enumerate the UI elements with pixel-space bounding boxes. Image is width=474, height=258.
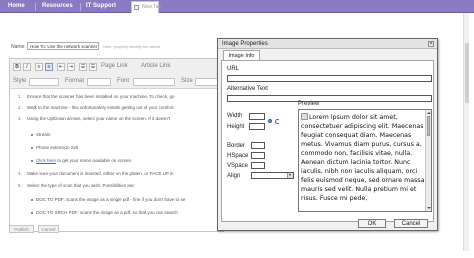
bullet xyxy=(31,160,33,162)
url-label: URL xyxy=(227,66,240,72)
dialog-title[interactable]: Image Properties xyxy=(218,39,437,49)
lock-icon[interactable] xyxy=(268,119,272,123)
bold-button[interactable]: B xyxy=(13,63,21,71)
step-text: Select the type of scan that you wish. P… xyxy=(27,183,136,188)
close-icon[interactable]: ✕ xyxy=(428,41,434,47)
name-label: Name: xyxy=(11,44,26,50)
preview-scrollbar[interactable] xyxy=(425,110,431,211)
align-center-icon[interactable]: ☰ xyxy=(89,63,97,71)
url-input[interactable] xyxy=(227,75,432,82)
click-here-line: Click here to get your name available on… xyxy=(36,158,132,163)
hspace-label: HSpace xyxy=(227,153,249,159)
bullet-text: Phone extension 225 xyxy=(36,145,79,150)
bullet xyxy=(31,199,33,201)
step-text: Using the Up/Down arrows, select your na… xyxy=(27,116,170,121)
style-label: Style xyxy=(13,78,27,84)
click-here-link[interactable]: Click here xyxy=(36,158,56,163)
indent-icon[interactable]: ⇥ xyxy=(67,63,75,71)
step-number: 4. xyxy=(18,171,22,176)
preview-content: Lorem ipsum dolor sit amet, consectetuer… xyxy=(301,113,425,203)
italic-button[interactable]: I xyxy=(23,63,31,71)
dialog-cancel-button[interactable]: Cancel xyxy=(394,219,428,228)
article-link-button[interactable]: Article Link xyxy=(141,63,170,69)
step-text: Make sure your document is inserted, eit… xyxy=(27,171,174,176)
rich-text-editor: B I ≡ ≡ ⇤ ⇥ ☰ ☰ Page Link Article Link S… xyxy=(9,58,224,232)
hspace-input[interactable] xyxy=(251,152,265,159)
outdent-icon[interactable]: ⇤ xyxy=(57,63,65,71)
image-properties-dialog: Image Properties ✕ Image Info URL Altern… xyxy=(217,38,438,231)
new-tab-icon xyxy=(134,5,139,10)
bullet xyxy=(31,212,33,214)
name-input[interactable]: How To: Use the network scanner xyxy=(27,42,99,50)
align-label: Align xyxy=(227,173,241,179)
width-input[interactable] xyxy=(249,113,265,120)
editor-body[interactable]: 1. Ensure that the scanner has been inst… xyxy=(13,91,220,231)
format-label: Format xyxy=(65,78,85,84)
font-select[interactable] xyxy=(133,78,175,86)
nav-resources[interactable]: Resources xyxy=(42,0,73,13)
page-scrollbar-thumb[interactable] xyxy=(465,43,469,103)
alternative-text-label: Alternative Text xyxy=(227,86,268,92)
preview-scrollbar-thumb[interactable] xyxy=(427,116,430,136)
height-input[interactable] xyxy=(249,123,265,130)
bullet-text: DOC TO SRCH PDF: scans the image as a pd… xyxy=(36,210,178,215)
numbered-list-icon[interactable]: ≡ xyxy=(35,63,43,71)
preview-label: Preview xyxy=(298,101,320,107)
border-input[interactable] xyxy=(251,142,265,149)
ok-button[interactable]: OK xyxy=(358,219,386,228)
align-select[interactable] xyxy=(251,172,294,179)
scroll-down-icon[interactable] xyxy=(427,206,431,210)
chevron-down-icon xyxy=(287,173,293,178)
step-number: 2. xyxy=(18,105,22,110)
step-text: Ensure that the scanner has been install… xyxy=(27,94,175,99)
click-here-rest: to get your name available on screen. xyxy=(56,158,133,163)
new-tab[interactable]: New Tab xyxy=(131,1,162,13)
align-left-icon[interactable]: ☰ xyxy=(79,63,87,71)
style-select[interactable] xyxy=(29,78,59,86)
name-hint: Note: properly identify the article xyxy=(103,44,161,49)
editor-toolbar: B I ≡ ≡ ⇤ ⇥ ☰ ☰ Page Link Article Link S… xyxy=(10,59,223,89)
image-info-panel: URL Alternative Text Width Height Border… xyxy=(221,60,434,222)
border-label: Border xyxy=(227,143,246,149)
name-row: Name: How To: Use the network scanner No… xyxy=(11,42,160,50)
nav-separator xyxy=(35,3,36,11)
step-number: 3. xyxy=(18,116,22,121)
step-number: 5. xyxy=(18,183,22,188)
format-select[interactable] xyxy=(87,78,111,86)
refresh-icon[interactable] xyxy=(275,119,280,124)
size-label: Size xyxy=(181,78,193,84)
top-navigation: Home Resources IT Support New Tab xyxy=(0,0,474,13)
article-editor-area: Name: How To: Use the network scanner No… xyxy=(6,40,224,240)
size-select[interactable] xyxy=(195,78,219,86)
alternative-text-input[interactable] xyxy=(227,95,432,102)
preview-text: Lorem ipsum dolor sit amet, consectetuer… xyxy=(301,114,425,202)
width-label: Width xyxy=(227,113,243,119)
bullet xyxy=(31,134,33,136)
bullet-text: Stream xyxy=(36,132,51,137)
vspace-input[interactable] xyxy=(251,162,265,169)
nav-it-support[interactable]: IT Support xyxy=(86,0,116,13)
publish-button[interactable]: Publish xyxy=(9,225,34,233)
bullet xyxy=(31,147,33,149)
bullet-text: DOC TO PDF: scans the image as a single … xyxy=(36,197,186,202)
step-text: Walk to the machine - this unfortunately… xyxy=(27,105,174,110)
cancel-button[interactable]: Cancel xyxy=(38,225,59,233)
new-tab-label: New Tab xyxy=(142,4,162,10)
tab-image-info[interactable]: Image Info xyxy=(223,50,260,60)
page-link-button[interactable]: Page Link xyxy=(101,63,128,69)
font-label: Font xyxy=(117,78,130,84)
page-scrollbar[interactable] xyxy=(463,13,469,251)
bulleted-list-icon[interactable]: ≡ xyxy=(45,63,53,71)
height-label: Height xyxy=(227,124,245,130)
scroll-up-icon[interactable] xyxy=(427,111,431,115)
step-number: 1. xyxy=(18,94,22,99)
nav-home[interactable]: Home xyxy=(8,0,25,13)
preview-image-placeholder xyxy=(301,113,308,120)
nav-separator xyxy=(80,3,81,11)
vspace-label: VSpace xyxy=(227,163,249,169)
preview-box[interactable]: Lorem ipsum dolor sit amet, consectetuer… xyxy=(298,109,432,212)
